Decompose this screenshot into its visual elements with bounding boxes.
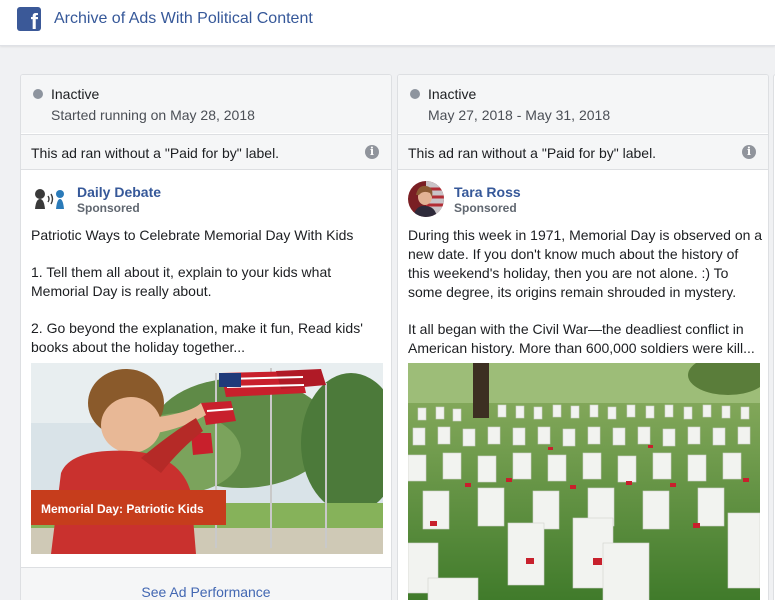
ad-text-paragraph: 1. Tell them all about it, explain to yo…	[31, 264, 332, 299]
run-dates: May 27, 2018 - May 31, 2018	[428, 107, 611, 123]
profile-photo-icon[interactable]	[408, 181, 444, 217]
disclaimer-bar: This ad ran without a "Paid for by" labe…	[21, 134, 391, 170]
disclaimer-bar: This ad ran without a "Paid for by" labe…	[398, 134, 768, 170]
ad-status-block: Inactive Started running on May 28, 2018	[21, 75, 391, 133]
ad-text-paragraph: It all began with the Civil War—the dead…	[408, 321, 755, 356]
ad-status-block: Inactive May 27, 2018 - May 31, 2018	[398, 75, 768, 133]
ad-card: Inactive Started running on May 28, 2018…	[20, 74, 392, 600]
speaking-heads-icon[interactable]	[31, 181, 67, 217]
ad-image-cemetery-flags[interactable]	[408, 363, 760, 600]
facebook-logo-icon[interactable]: f	[17, 7, 41, 31]
sponsored-label: Sponsored	[454, 201, 517, 215]
status-label: Inactive	[51, 86, 100, 102]
see-ad-performance-link[interactable]: See Ad Performance	[21, 584, 391, 600]
info-icon[interactable]: i	[365, 145, 379, 159]
info-icon[interactable]: i	[742, 145, 756, 159]
ad-text-paragraph: During this week in 1971, Memorial Day i…	[408, 227, 763, 300]
advertiser-name[interactable]: Tara Ross	[454, 184, 521, 200]
sponsored-label: Sponsored	[77, 201, 140, 215]
top-bar: f Archive of Ads With Political Content	[0, 0, 775, 46]
status-dot-icon	[410, 89, 420, 99]
advertiser-name[interactable]: Daily Debate	[77, 184, 161, 200]
ad-image-boy-saluting-flags[interactable]: Memorial Day: Patriotic Kids	[31, 363, 383, 554]
ad-text-paragraph: 2. Go beyond the explanation, make it fu…	[31, 320, 363, 355]
ad-text-paragraph: Patriotic Ways to Celebrate Memorial Day…	[31, 227, 354, 243]
page-title[interactable]: Archive of Ads With Political Content	[54, 10, 313, 28]
ad-text: During this week in 1971, Memorial Day i…	[408, 226, 763, 376]
status-label: Inactive	[428, 86, 477, 102]
ad-text: Patriotic Ways to Celebrate Memorial Day…	[31, 226, 386, 375]
disclaimer-text: This ad ran without a "Paid for by" labe…	[408, 145, 657, 161]
status-dot-icon	[33, 89, 43, 99]
run-dates: Started running on May 28, 2018	[51, 107, 255, 123]
ad-footer: See Ad Performance	[21, 567, 391, 600]
ad-card: Inactive May 27, 2018 - May 31, 2018 Thi…	[397, 74, 769, 600]
advertiser-row: Tara Ross Sponsored	[408, 181, 748, 217]
advertiser-row: Daily Debate Sponsored	[31, 181, 371, 217]
disclaimer-text: This ad ran without a "Paid for by" labe…	[31, 145, 280, 161]
image-caption: Memorial Day: Patriotic Kids	[41, 502, 204, 516]
